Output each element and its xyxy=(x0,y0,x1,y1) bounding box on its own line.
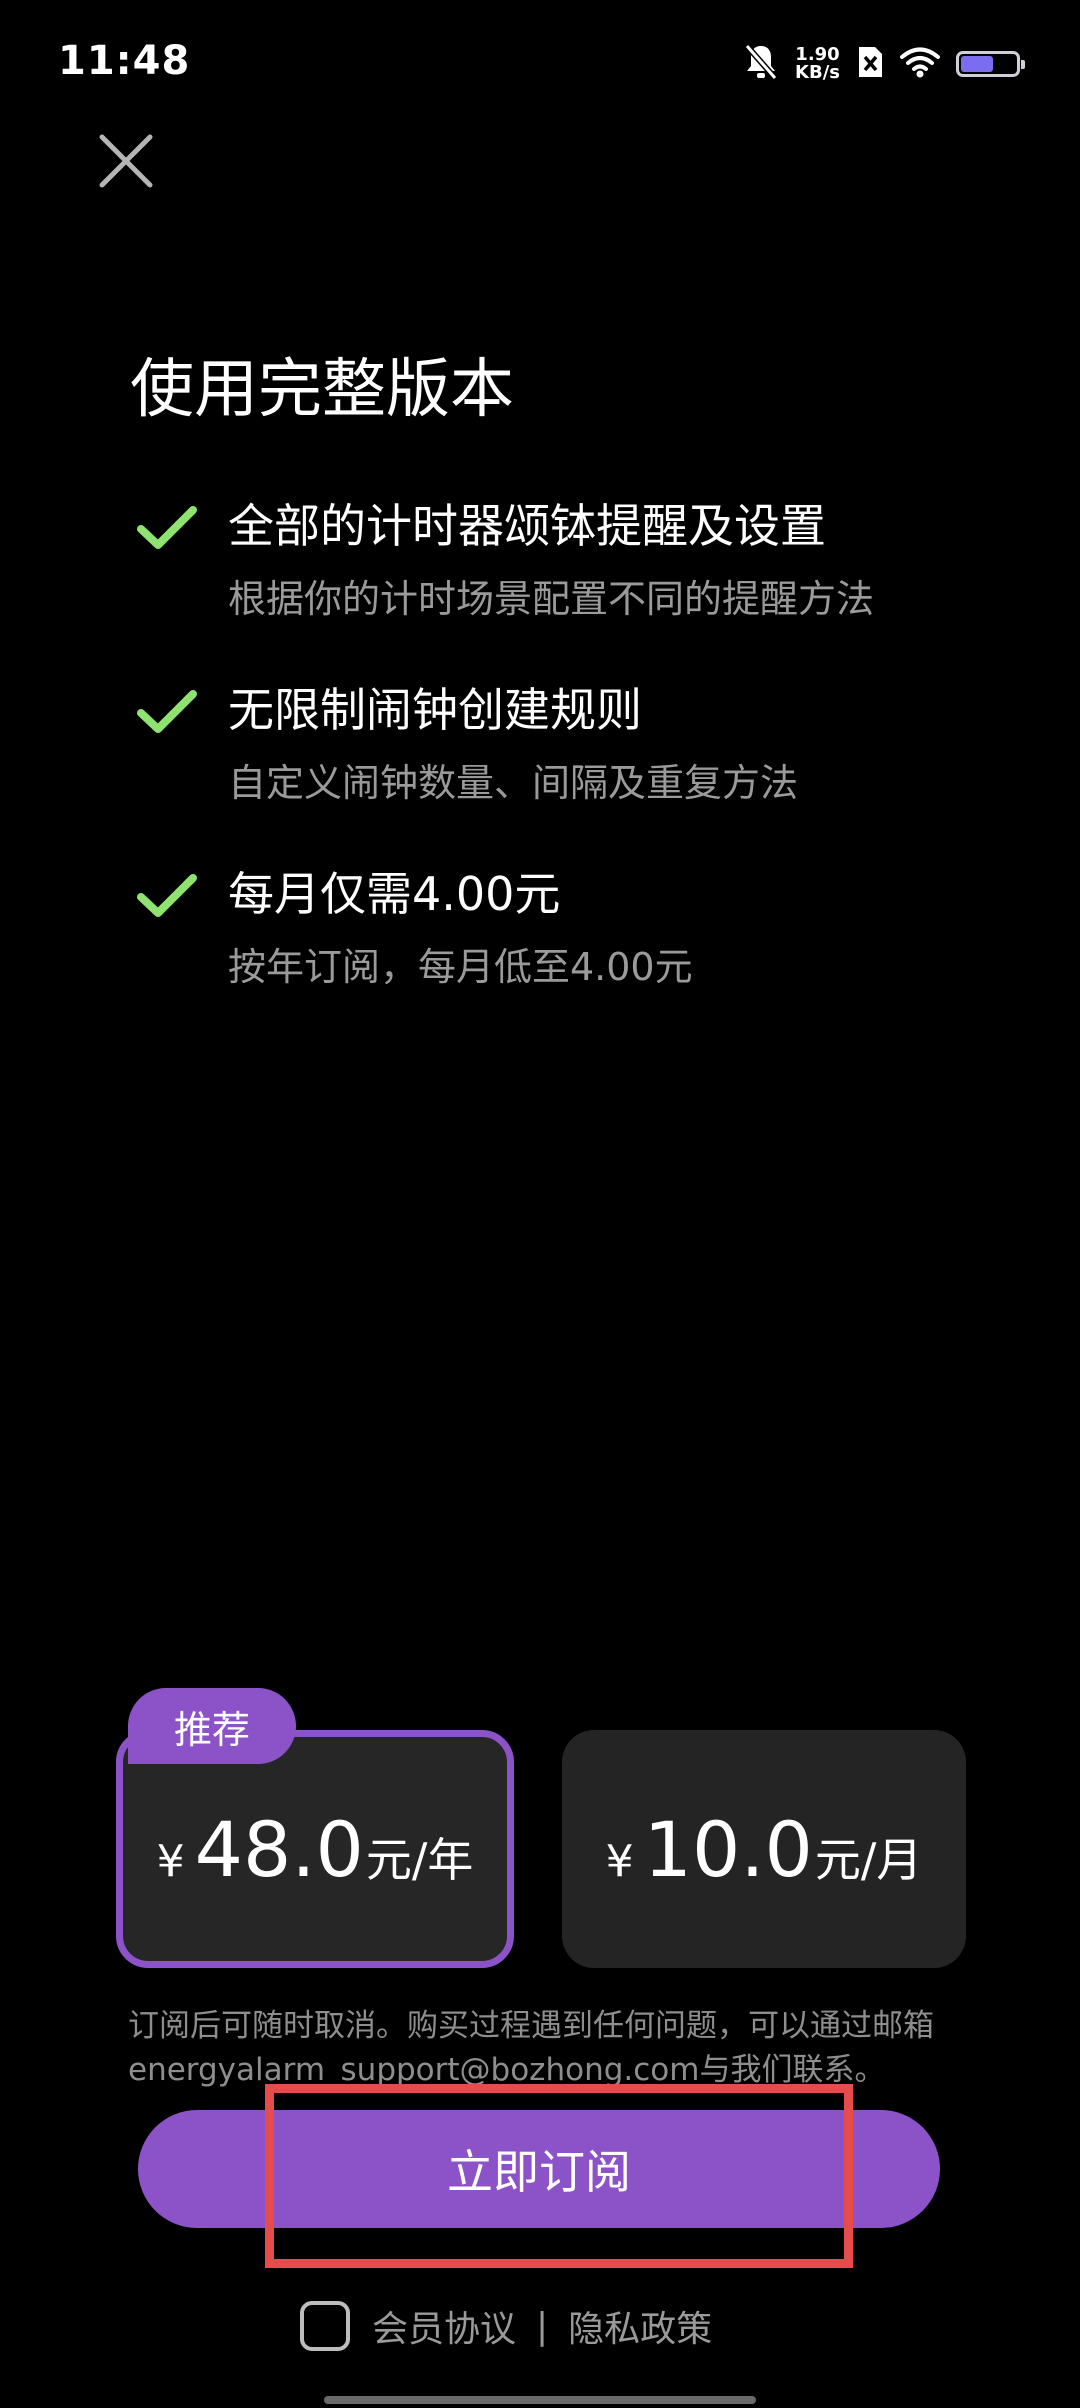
page-title: 使用完整版本 xyxy=(130,353,514,427)
agreement-row: 会员协议 | 隐私政策 xyxy=(300,2296,712,2356)
subscription-notice: 订阅后可随时取消。购买过程遇到任何问题，可以通过邮箱 energyalarm_s… xyxy=(128,2004,998,2092)
home-indicator[interactable] xyxy=(324,2396,756,2404)
member-agreement-link[interactable]: 会员协议 xyxy=(372,2300,516,2352)
monthly-price: ¥ 10.0 元/月 xyxy=(606,1805,923,1894)
plan-card-monthly[interactable]: ¥ 10.0 元/月 xyxy=(562,1730,966,1968)
notice-line-email: energyalarm_support@bozhong.com与我们联系。 xyxy=(128,2052,886,2088)
check-icon xyxy=(137,690,197,733)
recommended-badge: 推荐 xyxy=(128,1688,296,1764)
status-time: 11:48 xyxy=(58,38,191,84)
yearly-price: ¥ 48.0 元/年 xyxy=(157,1805,474,1894)
feature-title: 全部的计时器颂钵提醒及设置 xyxy=(228,499,826,553)
net-speed-unit: KB/s xyxy=(795,62,840,83)
subscribe-button[interactable]: 立即订阅 xyxy=(138,2110,940,2228)
battery-icon xyxy=(956,51,1025,77)
currency-symbol: ¥ xyxy=(605,1835,634,1887)
price-unit: 元/月 xyxy=(814,1832,923,1887)
check-icon xyxy=(137,506,197,549)
feature-subtitle: 根据你的计时场景配置不同的提醒方法 xyxy=(228,577,875,621)
close-icon xyxy=(99,134,153,188)
status-bar: 11:48 1.90 KB/s xyxy=(0,0,1080,125)
currency-symbol: ¥ xyxy=(156,1835,185,1887)
price-amount: 10.0 xyxy=(643,1804,813,1894)
privacy-policy-link[interactable]: 隐私政策 xyxy=(568,2300,712,2352)
notice-line: 订阅后可随时取消。购买过程遇到任何问题，可以通过邮箱 xyxy=(128,2008,934,2044)
feature-subtitle: 按年订阅，每月低至4.00元 xyxy=(228,945,693,989)
feature-subtitle: 自定义闹钟数量、间隔及重复方法 xyxy=(228,761,799,805)
separator: | xyxy=(536,2305,549,2347)
check-icon xyxy=(137,874,197,917)
status-icons: 1.90 KB/s xyxy=(743,40,1025,88)
mute-bell-icon xyxy=(743,42,779,86)
battery-level xyxy=(961,56,993,72)
feature-title: 每月仅需4.00元 xyxy=(228,867,561,921)
close-button[interactable] xyxy=(90,125,162,197)
net-speed: 1.90 KB/s xyxy=(795,46,840,82)
sim-x-icon xyxy=(856,45,884,83)
feature-title: 无限制闹钟创建规则 xyxy=(228,683,642,737)
agree-checkbox[interactable] xyxy=(300,2301,350,2351)
price-unit: 元/年 xyxy=(365,1832,474,1887)
wifi-icon xyxy=(900,46,940,82)
plan-card-yearly[interactable]: ¥ 48.0 元/年 xyxy=(116,1730,514,1968)
price-amount: 48.0 xyxy=(194,1804,364,1894)
